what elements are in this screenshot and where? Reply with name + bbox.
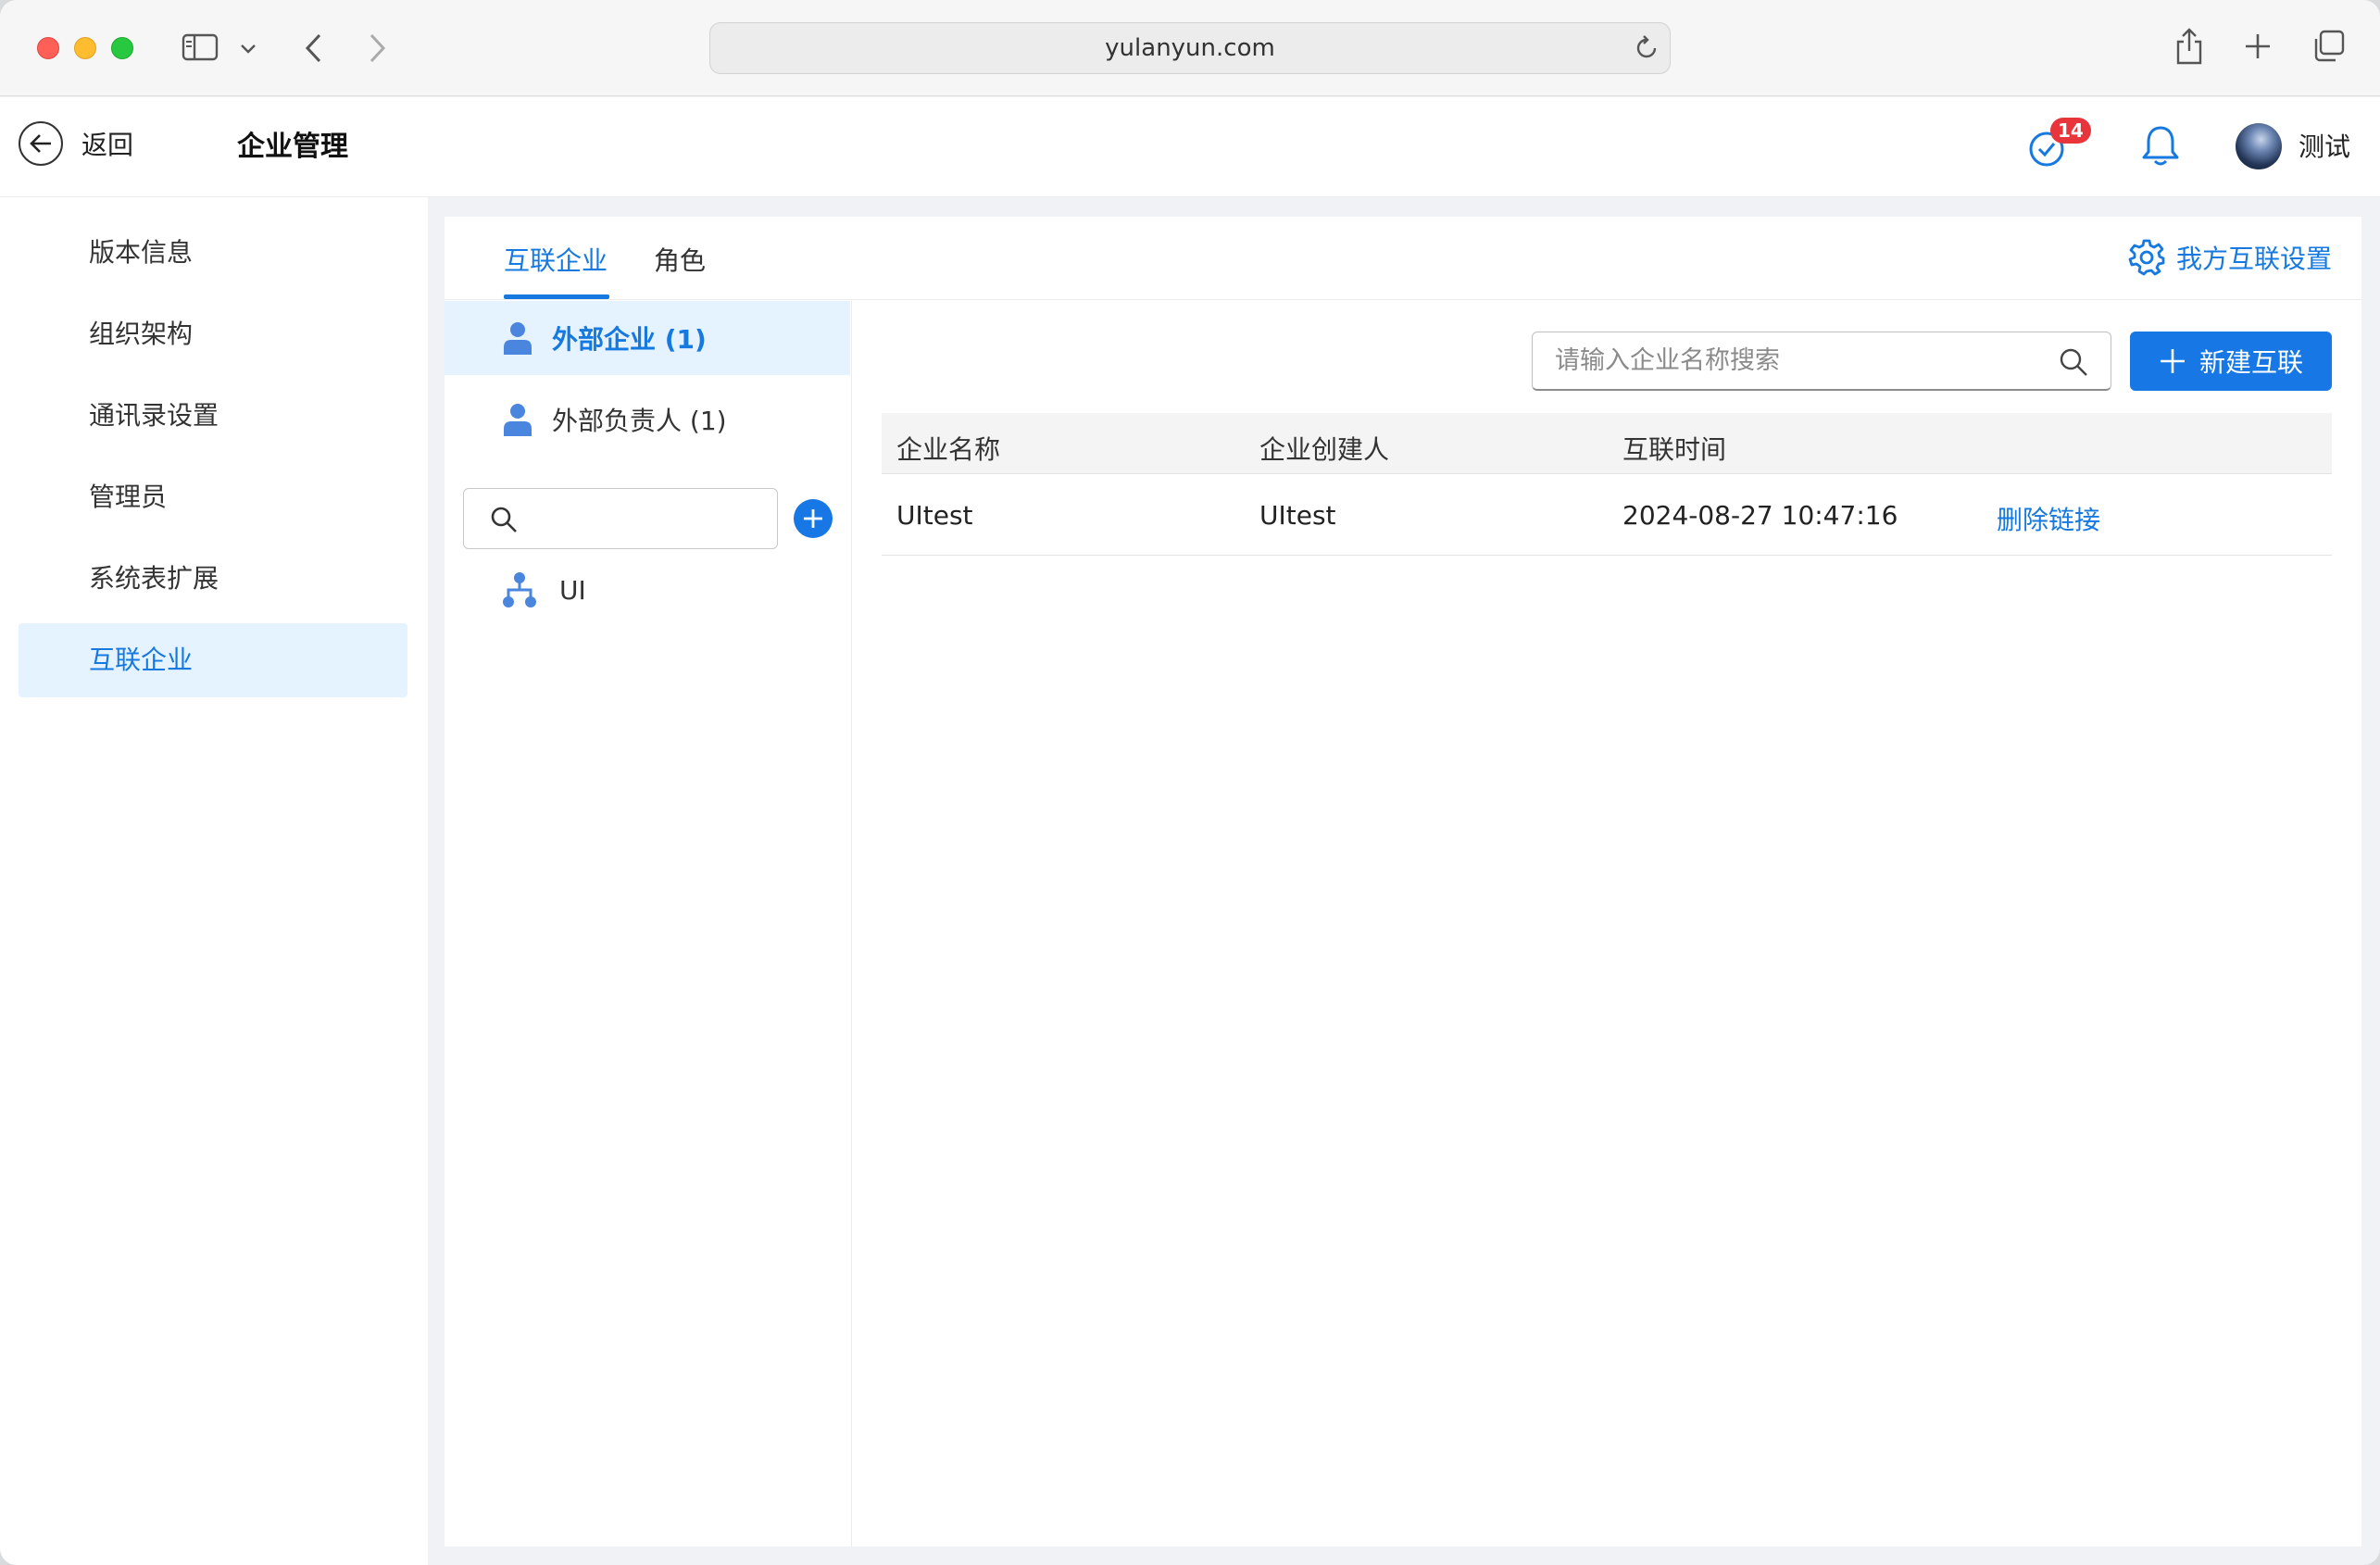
sidebar-item-connected-enterprises[interactable]: 互联企业 [19,623,407,697]
column-header-interconnect-time: 互联时间 [1622,434,1727,465]
back-button[interactable]: 返回 [81,125,133,162]
sidebar-toggle-icon[interactable] [180,31,220,63]
sidebar: 版本信息 组织架构 通讯录设置 管理员 系统表扩展 互联企业 [0,197,428,1565]
forward-nav-icon[interactable] [361,30,395,67]
minimize-window-button[interactable] [74,37,96,59]
plus-icon [804,509,822,528]
interconnect-settings-link[interactable]: 我方互联设置 [2128,237,2332,278]
todo-button[interactable]: 14 [2028,118,2091,173]
tab-overview-icon[interactable] [2310,28,2347,65]
column-header-creator: 企业创建人 [1259,434,1390,465]
new-tab-icon[interactable] [2241,30,2274,63]
address-bar[interactable]: yulanyun.com [709,22,1671,74]
bell-icon[interactable] [2139,123,2182,168]
table-row: UItest UItest 2024-08-27 10:47:16 删除链接 [882,474,2332,556]
tab-roles[interactable]: 角色 [654,241,706,300]
column-header-enterprise-name: 企业名称 [896,434,1001,465]
add-group-button[interactable] [794,499,833,538]
new-interconnect-label: 新建互联 [2198,347,2303,378]
chevron-down-icon[interactable] [237,37,259,59]
browser-toolbar: yulanyun.com [0,0,2380,96]
sidebar-item-system-table-extension[interactable]: 系统表扩展 [19,542,407,616]
back-nav-icon[interactable] [296,30,330,67]
search-icon [490,506,518,533]
sidebar-item-organization[interactable]: 组织架构 [19,297,407,371]
back-arrow-icon[interactable] [19,121,63,166]
reload-icon[interactable] [1633,34,1660,62]
enterprise-search-input[interactable] [1555,332,2036,388]
page-title: 企业管理 [237,131,348,163]
table-header: 企业名称 企业创建人 互联时间 [882,413,2332,474]
zoom-window-button[interactable] [111,37,133,59]
active-tab-indicator [504,294,609,299]
app-header: 返回 企业管理 14 测试 [0,97,2380,197]
tree-node-label: UI [559,574,586,606]
sidebar-item-administrators[interactable]: 管理员 [19,460,407,534]
new-interconnect-button[interactable]: 新建互联 [2130,332,2332,391]
sidebar-item-contacts-settings[interactable]: 通讯录设置 [19,379,407,453]
interconnect-settings-label: 我方互联设置 [2175,244,2332,274]
cell-enterprise-name: UItest [896,500,973,531]
tab-bar: 互联企业 角色 我方互联设置 [445,217,2361,300]
gear-icon [2128,239,2165,276]
url-text: yulanyun.com [1105,34,1275,62]
cell-interconnect-time: 2024-08-27 10:47:16 [1622,500,1898,531]
username[interactable]: 测试 [2299,127,2350,164]
avatar[interactable] [2236,123,2282,169]
tree-search-input[interactable] [463,488,778,549]
browser-window: yulanyun.com 返回 企业管理 14 测试 版本信息 组织架构 通讯录… [0,0,2380,1565]
org-structure-icon [503,572,536,607]
group-label: 外部负责人 (1) [552,406,727,436]
cell-creator: UItest [1259,500,1336,531]
close-window-button[interactable] [37,37,59,59]
group-label: 外部企业 (1) [552,324,707,355]
share-icon[interactable] [2173,26,2206,67]
group-panel: 外部企业 (1) 外部负责人 (1) UI [445,301,852,1546]
todo-count-badge: 14 [2050,118,2091,144]
sidebar-item-version-info[interactable]: 版本信息 [19,216,407,290]
group-item-external-enterprises[interactable]: 外部企业 (1) [445,301,850,375]
group-item-external-owners[interactable]: 外部负责人 (1) [445,382,850,457]
user-icon [504,404,532,436]
plus-icon [2160,349,2185,373]
delete-link-button[interactable]: 删除链接 [1997,500,2100,537]
user-icon [504,322,532,355]
enterprise-search[interactable] [1532,332,2111,391]
main-content: 互联企业 角色 我方互联设置 外部企业 (1) 外部负责人 (1) UI 请输入… [445,217,2361,1546]
tree-node[interactable]: UI [502,562,586,618]
search-icon[interactable] [2059,347,2088,377]
tab-connected-enterprises[interactable]: 互联企业 [504,241,608,300]
